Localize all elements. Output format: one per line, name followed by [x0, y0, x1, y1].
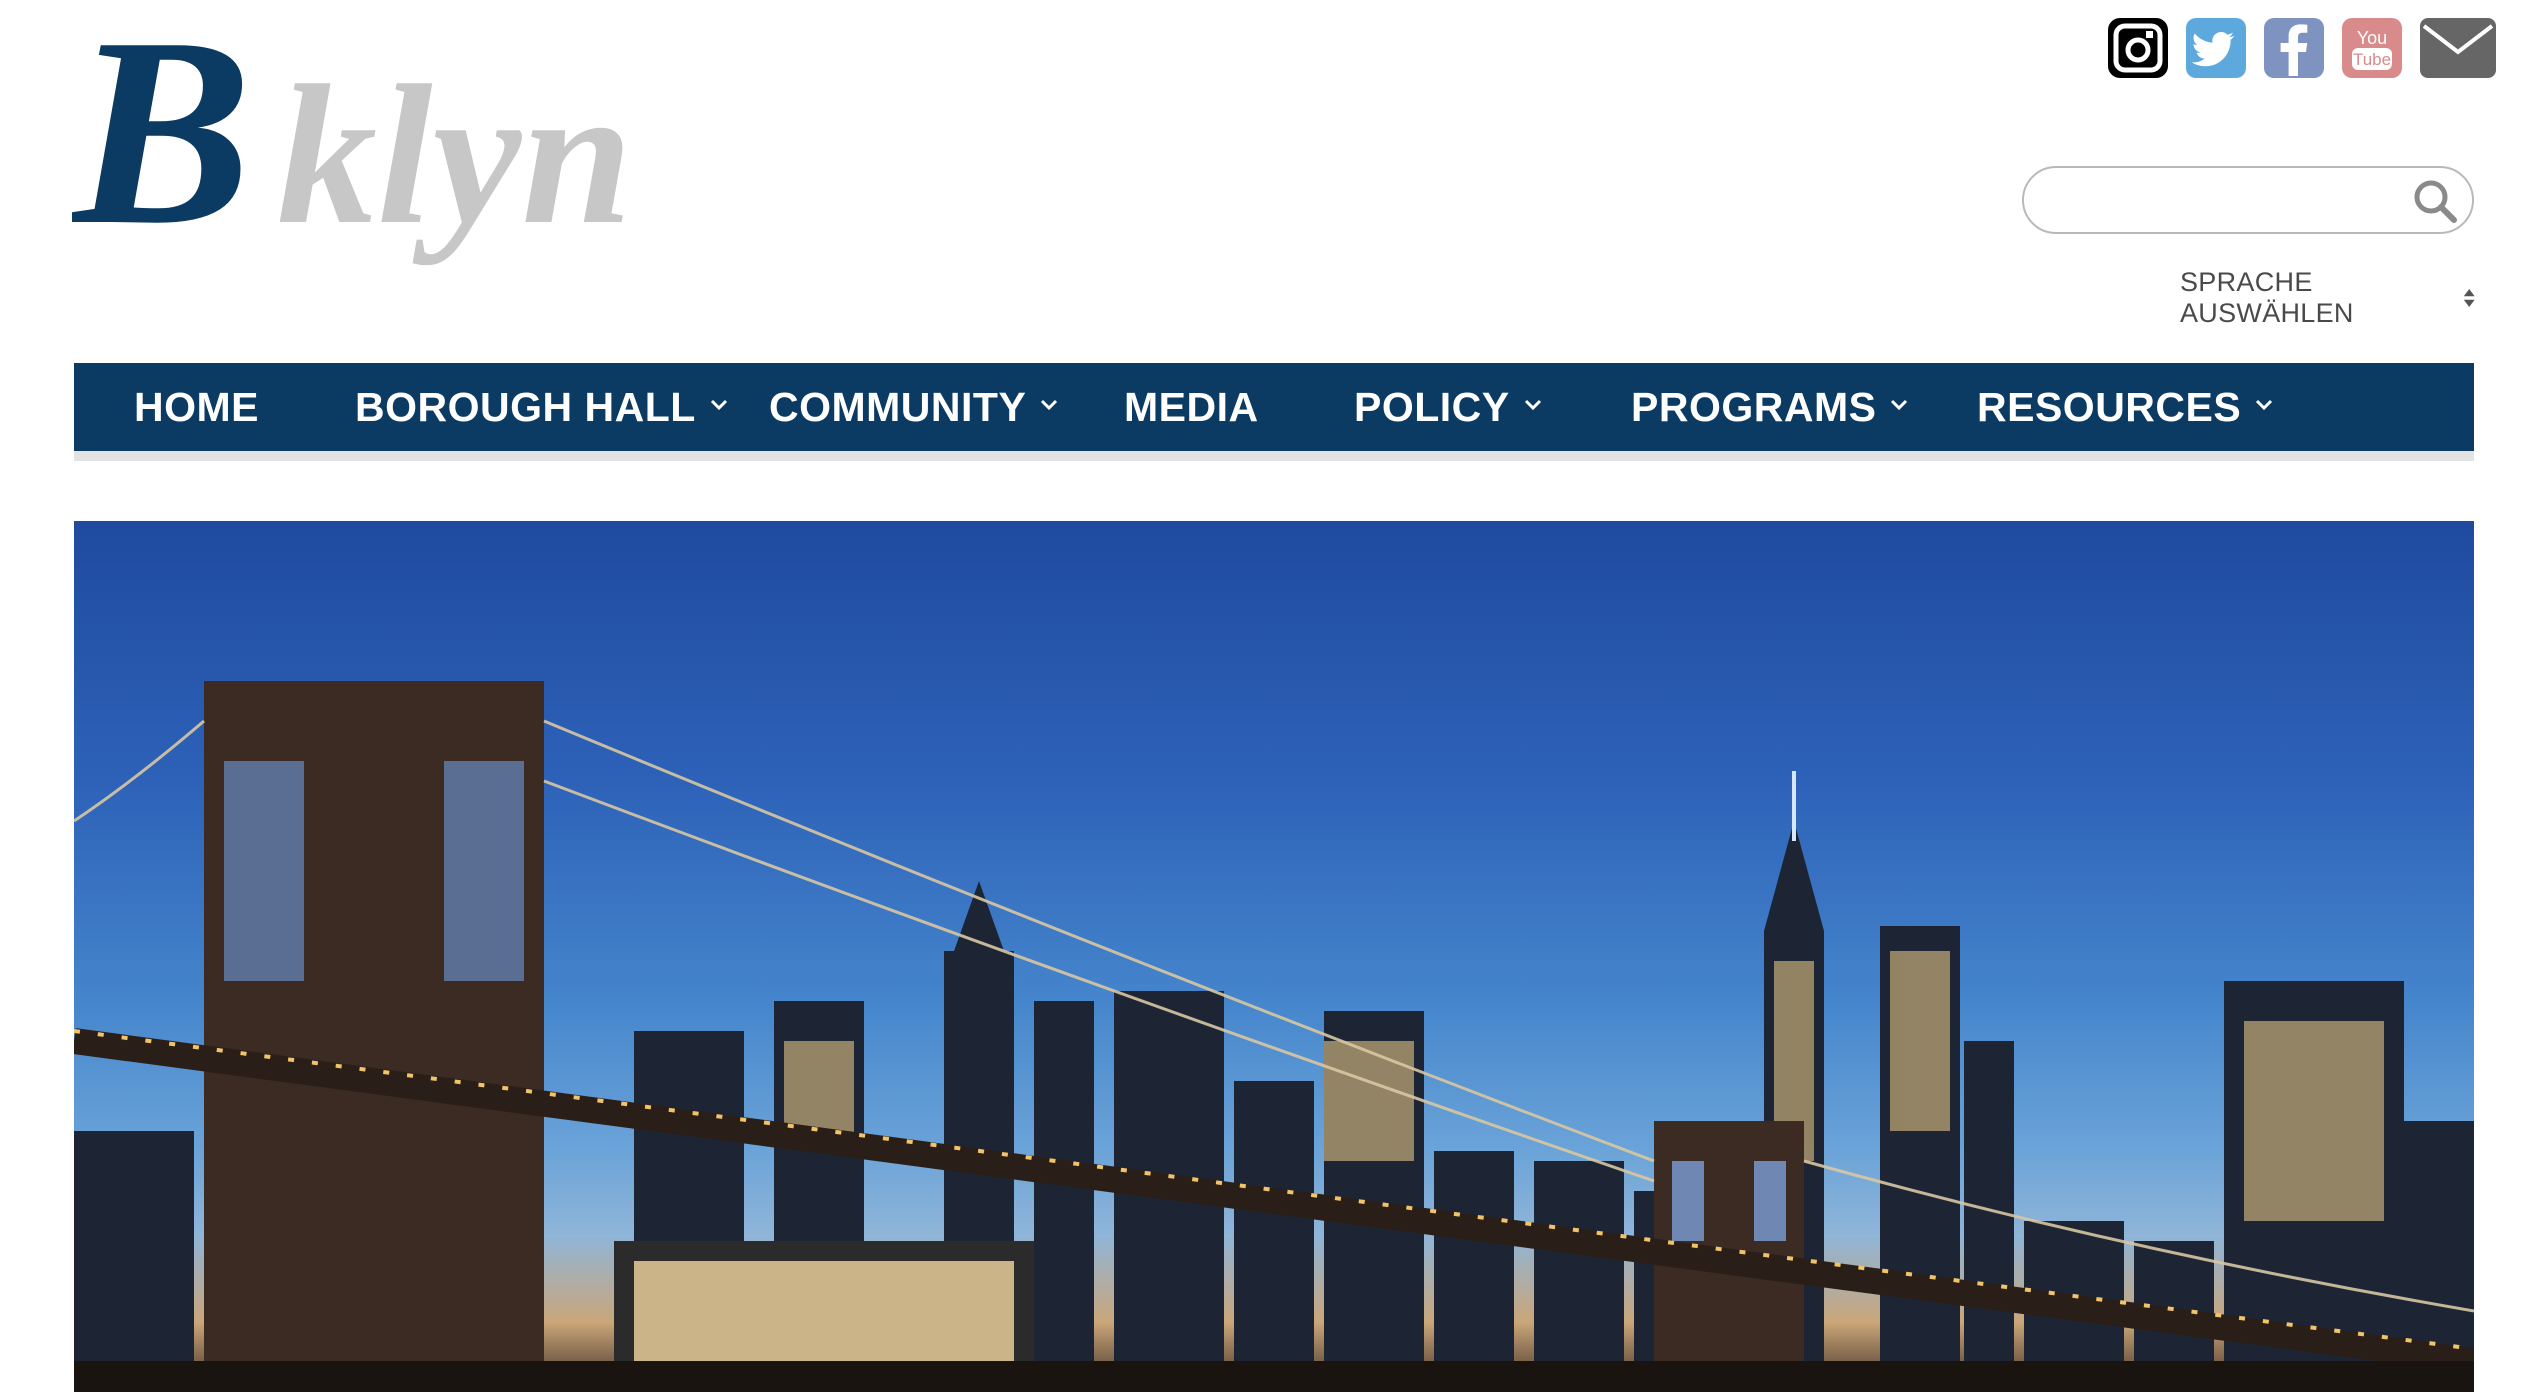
mail-icon[interactable] [2418, 16, 2498, 80]
chevron-down-icon [710, 398, 728, 412]
nav-item-label: MEDIA [1124, 383, 1259, 430]
logo-b: B [72, 26, 252, 276]
nav-item-resources[interactable]: RESOURCES [1977, 363, 2273, 451]
nav-item-label: POLICY [1354, 383, 1510, 430]
language-select[interactable]: SPRACHE AUSWÄHLEN [2180, 267, 2476, 328]
logo-rest: klyn [277, 45, 633, 266]
svg-text:You: You [2357, 28, 2387, 48]
site-logo[interactable]: B klyn [72, 26, 792, 276]
social-links: You Tube [2106, 16, 2498, 80]
search-input[interactable] [2050, 176, 2414, 226]
select-arrows-icon [2462, 284, 2476, 312]
nav-item-label: BOROUGH HALL [355, 383, 696, 430]
nav-item-label: HOME [134, 383, 259, 430]
chevron-down-icon [1890, 398, 1908, 412]
twitter-icon[interactable] [2184, 16, 2248, 80]
chevron-down-icon [2255, 398, 2273, 412]
nav-item-community[interactable]: COMMUNITY [769, 363, 1058, 451]
chevron-down-icon [1040, 398, 1058, 412]
nav-item-home[interactable]: HOME [134, 363, 259, 451]
bridge-tower [204, 681, 544, 1392]
search-box [2022, 166, 2474, 234]
nav-item-policy[interactable]: POLICY [1354, 363, 1542, 451]
youtube-icon[interactable]: You Tube [2340, 16, 2404, 80]
instagram-icon[interactable] [2106, 16, 2170, 80]
chevron-down-icon [1524, 398, 1542, 412]
nav-item-programs[interactable]: PROGRAMS [1631, 363, 1908, 451]
nav-item-borough-hall[interactable]: BOROUGH HALL [355, 363, 728, 451]
main-nav: HOME BOROUGH HALL COMMUNITY MEDIA POLICY… [74, 363, 2474, 451]
nav-item-label: RESOURCES [1977, 383, 2242, 430]
nav-divider [74, 451, 2474, 461]
nav-item-label: PROGRAMS [1631, 383, 1877, 430]
nav-item-label: COMMUNITY [769, 383, 1027, 430]
facebook-icon[interactable] [2262, 16, 2326, 80]
hero-image [74, 521, 2474, 1392]
language-select-label: SPRACHE AUSWÄHLEN [2180, 267, 2354, 328]
search-icon[interactable] [2410, 176, 2460, 226]
nav-item-media[interactable]: MEDIA [1124, 363, 1259, 451]
svg-text:Tube: Tube [2353, 50, 2391, 69]
